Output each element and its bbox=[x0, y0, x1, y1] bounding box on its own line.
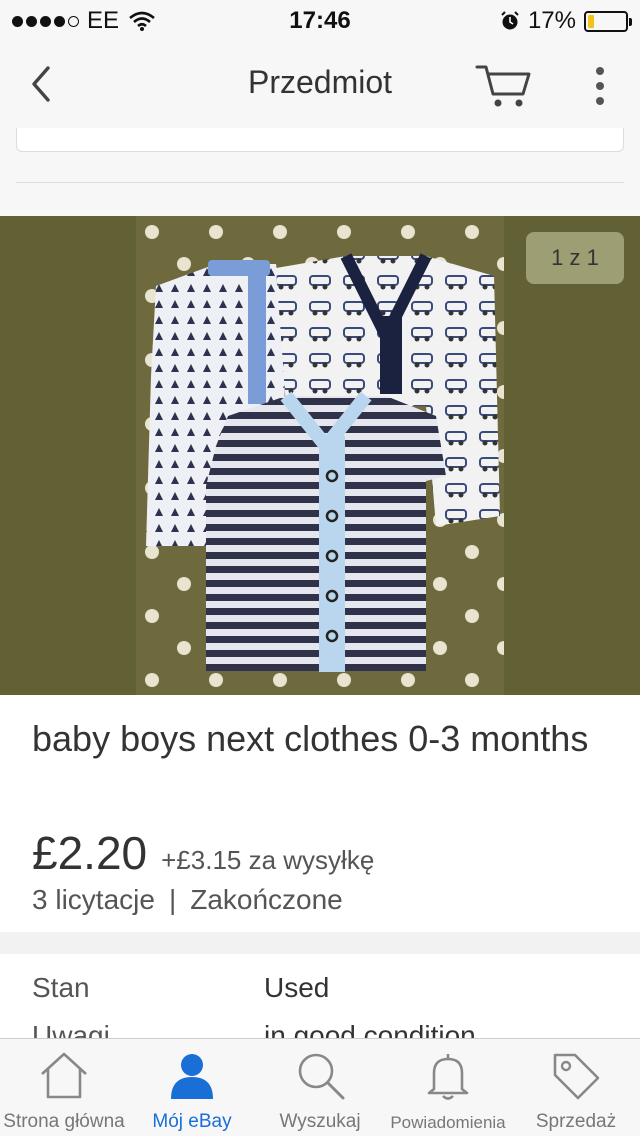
divider bbox=[16, 182, 624, 183]
tab-selling[interactable]: Sprzedaż bbox=[512, 1039, 640, 1136]
tab-label: Powiadomienia bbox=[390, 1113, 506, 1132]
spec-label: Uwagi bbox=[32, 1020, 110, 1038]
bid-count[interactable]: 3 licytacje bbox=[32, 884, 155, 916]
alarm-icon bbox=[501, 11, 519, 30]
battery-icon bbox=[584, 10, 632, 32]
price-row: £2.20 +£3.15 za wysyłkę bbox=[32, 826, 374, 880]
tab-home[interactable]: Strona główna bbox=[0, 1039, 128, 1136]
spec-value: in good condition bbox=[264, 1020, 476, 1038]
header-strip bbox=[0, 128, 640, 216]
tab-label: Mój eBay bbox=[152, 1111, 232, 1132]
user-icon bbox=[171, 1054, 213, 1099]
page-title: Przedmiot bbox=[247, 64, 393, 100]
tag-icon bbox=[553, 1053, 600, 1100]
section-divider bbox=[0, 932, 640, 954]
bell-icon bbox=[427, 1054, 469, 1100]
tab-label: Wyszukaj bbox=[279, 1111, 361, 1132]
item-title: baby boys next clothes 0-3 months bbox=[32, 718, 589, 759]
tab-label: Sprzedaż bbox=[535, 1111, 617, 1132]
bids-row: 3 licytacje | Zakończone bbox=[32, 884, 343, 916]
more-vertical-icon[interactable] bbox=[586, 64, 614, 108]
image-counter: 1 z 1 bbox=[526, 232, 624, 284]
search-icon bbox=[298, 1053, 345, 1100]
separator: | bbox=[168, 884, 177, 915]
shipping-cost: +£3.15 za wysyłkę bbox=[161, 845, 375, 875]
spec-value: Used bbox=[264, 972, 330, 1003]
item-price: £2.20 bbox=[32, 827, 148, 879]
battery-percent: 17% bbox=[527, 7, 576, 34]
status-right: 17% bbox=[500, 7, 632, 35]
spec-label: Stan bbox=[32, 972, 90, 1003]
cart-icon[interactable] bbox=[474, 60, 534, 110]
tab-bar: Strona główna Mój eBay Wyszukaj Powiadom… bbox=[0, 1038, 640, 1136]
tab-notifications[interactable]: Powiadomienia bbox=[384, 1039, 512, 1136]
status-bar: EE 17:46 17% bbox=[0, 0, 640, 40]
listing-status: Zakończone bbox=[190, 884, 343, 915]
tab-label: Strona główna bbox=[3, 1111, 125, 1132]
home-icon bbox=[41, 1052, 87, 1099]
item-photo[interactable] bbox=[136, 216, 504, 695]
image-gallery[interactable]: 1 z 1 bbox=[0, 216, 640, 695]
nav-bar: Przedmiot bbox=[0, 40, 640, 128]
item-specifics: Stan Used Uwagi in good condition bbox=[0, 954, 640, 1038]
tab-search[interactable]: Wyszukaj bbox=[256, 1039, 384, 1136]
tab-my-ebay[interactable]: Mój eBay bbox=[128, 1039, 256, 1136]
collapsed-panel bbox=[16, 128, 624, 152]
battery-level bbox=[588, 14, 595, 28]
